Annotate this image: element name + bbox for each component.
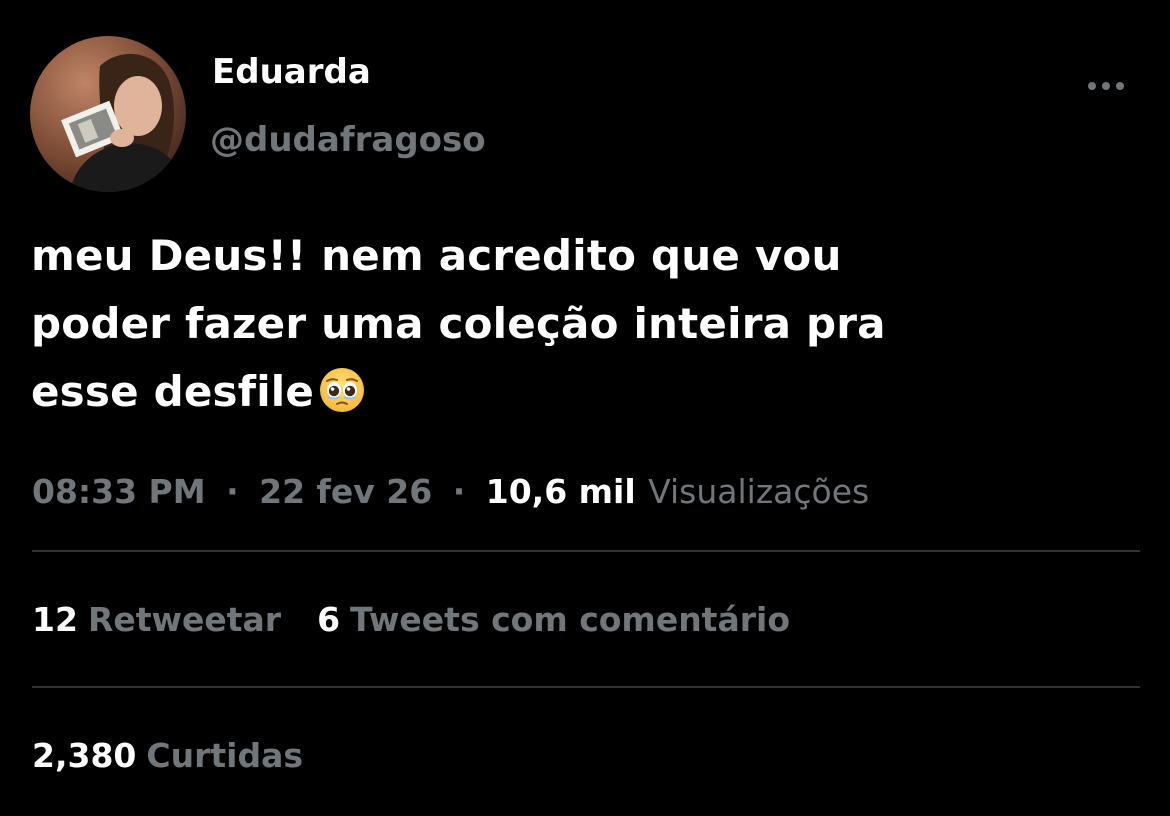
retweets-label: Retweetar: [87, 600, 282, 639]
tweet-meta: 08:33 PM · 22 fev 26 · 10,6 mil Visualiz…: [32, 470, 869, 514]
tweet-text-line: esse desfile: [31, 358, 1141, 434]
likes-stat[interactable]: 2,380 Curtidas: [32, 734, 303, 778]
tweet-text: meu Deus!! nem acredito que vou poder fa…: [31, 222, 1141, 434]
retweets-count: 12: [32, 600, 78, 639]
tweet-time[interactable]: 08:33 PM: [32, 472, 206, 511]
more-options-button[interactable]: [1082, 72, 1130, 100]
quote-tweets-count: 6: [317, 600, 341, 639]
username-handle[interactable]: @dudafragoso: [210, 120, 486, 160]
separator-dot: ·: [226, 472, 239, 511]
quote-tweets-stat[interactable]: 6 Tweets com comentário: [317, 598, 790, 642]
tweet-detail: Eduarda @dudafragoso meu Deus!! nem acre…: [0, 0, 1170, 816]
retweets-stat[interactable]: 12 Retweetar: [32, 598, 281, 642]
more-icon: [1088, 82, 1124, 90]
divider: [32, 550, 1140, 552]
likes-label: Curtidas: [146, 736, 303, 775]
tweet-text-line: meu Deus!! nem acredito que vou: [31, 231, 842, 280]
avatar[interactable]: [30, 36, 186, 192]
views-label: Visualizações: [648, 472, 870, 511]
likes-row: 2,380 Curtidas: [32, 734, 303, 778]
pleading-face-emoji-icon: [318, 366, 366, 434]
views-count: 10,6 mil: [485, 472, 636, 511]
display-name[interactable]: Eduarda: [212, 52, 371, 92]
engagement-row: 12 Retweetar 6 Tweets com comentário: [32, 598, 790, 642]
tweet-text-segment: esse desfile: [31, 367, 315, 416]
tweet-date[interactable]: 22 fev 26: [259, 472, 432, 511]
quote-tweets-label: Tweets com comentário: [350, 600, 790, 639]
likes-count: 2,380: [32, 736, 137, 775]
divider: [32, 686, 1140, 688]
avatar-photo: [30, 36, 186, 192]
separator-dot: ·: [452, 472, 466, 511]
tweet-text-line: poder fazer uma coleção inteira pra: [31, 299, 886, 348]
